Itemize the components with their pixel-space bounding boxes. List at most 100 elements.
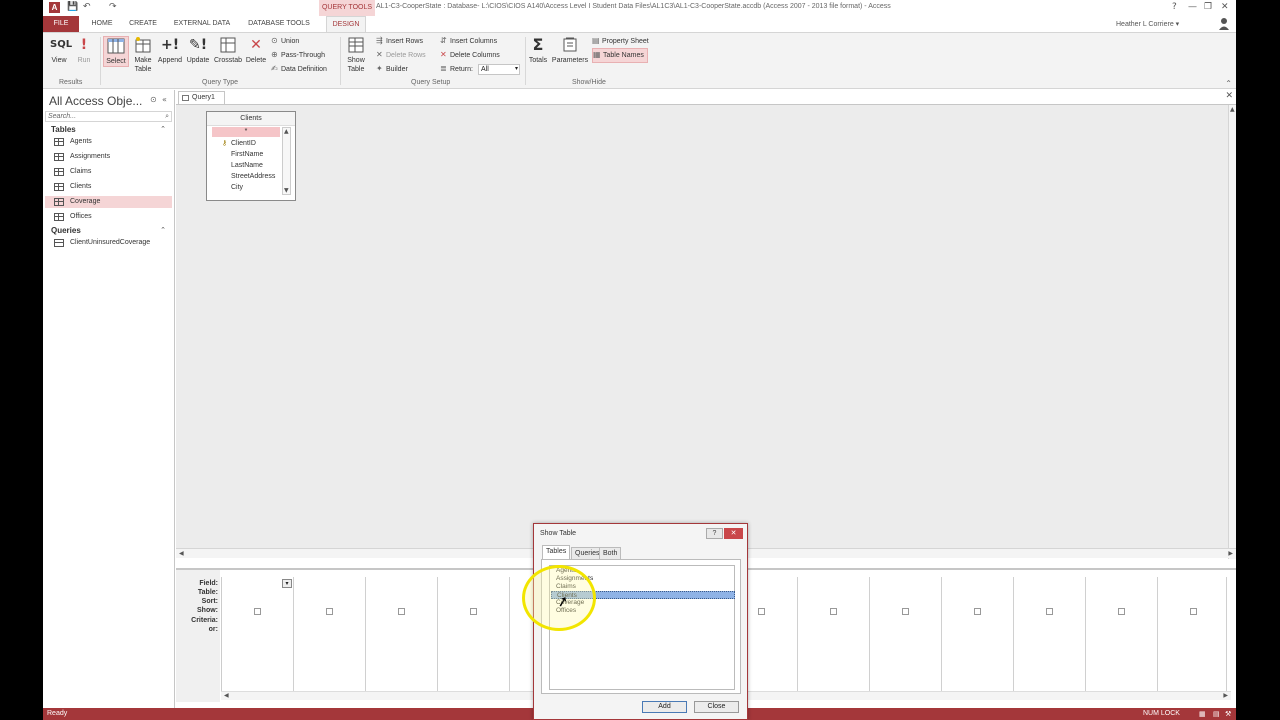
- show-checkbox[interactable]: [902, 608, 909, 615]
- field-dropdown-icon[interactable]: ▾: [282, 579, 292, 588]
- nav-search-input[interactable]: Search... ⌕: [45, 111, 172, 122]
- show-checkbox[interactable]: [398, 608, 405, 615]
- sql-view-status-icon[interactable]: ▤: [1213, 708, 1220, 720]
- table-pane-vscrollbar[interactable]: ▲: [1228, 105, 1236, 559]
- insert-rows-button[interactable]: ⇶ Insert Rows: [376, 35, 423, 48]
- nav-menu-chevron-icon[interactable]: ⊙: [150, 95, 157, 104]
- show-checkbox[interactable]: [758, 608, 765, 615]
- close-button[interactable]: Close: [694, 701, 739, 713]
- grid-column[interactable]: [1086, 577, 1158, 693]
- tables-group-header[interactable]: Tables: [51, 125, 76, 134]
- show-checkbox[interactable]: [1046, 608, 1053, 615]
- crosstab-button[interactable]: Crosstab: [212, 36, 244, 65]
- document-tab-query1[interactable]: Query1: [178, 91, 225, 104]
- avatar[interactable]: [1218, 17, 1230, 30]
- tab-home[interactable]: HOME: [85, 16, 119, 32]
- totals-button[interactable]: Σ Totals: [528, 36, 548, 65]
- dialog-tab-tables[interactable]: Tables: [542, 545, 571, 559]
- save-icon[interactable]: 💾: [67, 2, 78, 12]
- shutter-bar-close-icon[interactable]: «: [162, 95, 167, 104]
- scroll-left-icon[interactable]: ◀: [179, 550, 184, 557]
- property-sheet-button[interactable]: ▤ Property Sheet: [592, 35, 649, 48]
- show-checkbox[interactable]: [974, 608, 981, 615]
- tab-design[interactable]: DESIGN: [326, 16, 366, 32]
- scroll-right-icon[interactable]: ▶: [1228, 550, 1233, 557]
- nav-table-agents[interactable]: Agents: [45, 136, 172, 148]
- show-checkbox[interactable]: [1118, 608, 1125, 615]
- field-clientid[interactable]: ClientID: [231, 140, 256, 147]
- queries-group-header[interactable]: Queries: [51, 226, 81, 235]
- nav-table-assignments[interactable]: Assignments: [45, 151, 172, 163]
- scroll-up-icon[interactable]: ▲: [1230, 106, 1235, 113]
- tab-file[interactable]: FILE: [43, 16, 79, 32]
- union-button[interactable]: ⊙ Union: [271, 35, 299, 48]
- scroll-up-icon[interactable]: ▲: [284, 128, 289, 135]
- close-window-icon[interactable]: ✕: [1221, 2, 1229, 12]
- grid-column[interactable]: [942, 577, 1014, 693]
- show-table-button[interactable]: Show Table: [343, 36, 369, 74]
- collapse-tables-icon[interactable]: ⌃: [160, 125, 166, 133]
- update-button[interactable]: ✎! Update: [185, 36, 211, 65]
- grid-column[interactable]: [870, 577, 942, 693]
- field-list-clients[interactable]: Clients * ⚷ ClientID FirstName LastName …: [206, 111, 296, 201]
- data-definition-button[interactable]: ✍ Data Definition: [271, 63, 327, 76]
- nav-table-coverage[interactable]: Coverage: [45, 196, 172, 208]
- scroll-left-icon[interactable]: ◀: [224, 692, 229, 699]
- delete-columns-button[interactable]: ✕ Delete Columns: [440, 49, 500, 62]
- parameters-button[interactable]: Parameters: [550, 36, 590, 65]
- select-query-button[interactable]: Select: [103, 36, 129, 67]
- field-lastname[interactable]: LastName: [231, 162, 263, 169]
- insert-columns-button[interactable]: ⇵ Insert Columns: [440, 35, 497, 48]
- collapse-ribbon-icon[interactable]: ⌃: [1225, 79, 1232, 88]
- dialog-close-icon[interactable]: ✕: [724, 528, 743, 539]
- help-icon[interactable]: ?: [1172, 2, 1177, 12]
- return-select[interactable]: All ▾: [478, 64, 520, 75]
- nav-table-claims[interactable]: Claims: [45, 166, 172, 178]
- user-name[interactable]: Heather L Corriere ▾: [1116, 20, 1179, 28]
- nav-table-offices[interactable]: Offices: [45, 211, 172, 223]
- append-button[interactable]: +! Append: [156, 36, 184, 65]
- redo-icon[interactable]: ↷: [109, 2, 117, 12]
- add-button[interactable]: Add: [642, 701, 687, 713]
- grid-column[interactable]: [294, 577, 366, 693]
- tab-create[interactable]: CREATE: [125, 16, 161, 32]
- nav-pane-title[interactable]: All Access Obje...: [49, 94, 142, 108]
- grid-column[interactable]: ▾: [222, 577, 294, 693]
- nav-query-clientuninsuredcoverage[interactable]: ClientUninsuredCoverage: [45, 237, 172, 249]
- dialog-help-button[interactable]: ?: [706, 528, 723, 539]
- grid-column[interactable]: [1014, 577, 1086, 693]
- dialog-tab-both[interactable]: Both: [599, 547, 622, 559]
- minimize-icon[interactable]: —: [1188, 2, 1197, 12]
- pass-through-button[interactable]: ⊕ Pass-Through: [271, 49, 325, 62]
- field-firstname[interactable]: FirstName: [231, 151, 263, 158]
- scroll-down-icon[interactable]: ▼: [284, 187, 289, 194]
- grid-column[interactable]: [798, 577, 870, 693]
- grid-column[interactable]: [366, 577, 438, 693]
- field-list-title[interactable]: Clients: [207, 112, 295, 126]
- show-checkbox[interactable]: [830, 608, 837, 615]
- tab-external-data[interactable]: EXTERNAL DATA: [169, 16, 235, 32]
- design-view-icon[interactable]: ⚒: [1225, 708, 1231, 720]
- collapse-queries-icon[interactable]: ⌃: [160, 226, 166, 234]
- show-checkbox[interactable]: [470, 608, 477, 615]
- table-pane[interactable]: Clients * ⚷ ClientID FirstName LastName …: [176, 104, 1236, 559]
- view-button[interactable]: SQL View: [47, 36, 72, 65]
- run-button[interactable]: ! Run: [74, 36, 94, 65]
- restore-icon[interactable]: ❐: [1204, 2, 1212, 12]
- scroll-right-icon[interactable]: ▶: [1223, 692, 1228, 699]
- show-checkbox[interactable]: [326, 608, 333, 615]
- field-list-scrollbar[interactable]: ▲ ▼: [282, 127, 291, 195]
- grid-column[interactable]: [1158, 577, 1227, 693]
- builder-button[interactable]: ✦ Builder: [376, 63, 408, 76]
- undo-icon[interactable]: ↶: [83, 2, 91, 12]
- field-city[interactable]: City: [231, 184, 243, 191]
- tab-database-tools[interactable]: DATABASE TOOLS: [243, 16, 315, 32]
- show-checkbox[interactable]: [1190, 608, 1197, 615]
- make-table-button[interactable]: Make Table: [131, 36, 155, 74]
- show-checkbox[interactable]: [254, 608, 261, 615]
- delete-query-button[interactable]: ✕ Delete: [244, 36, 268, 65]
- field-streetaddress[interactable]: StreetAddress: [231, 173, 275, 180]
- grid-column[interactable]: [438, 577, 510, 693]
- field-all-star[interactable]: *: [212, 127, 280, 137]
- table-names-button[interactable]: ▦ Table Names: [592, 48, 648, 63]
